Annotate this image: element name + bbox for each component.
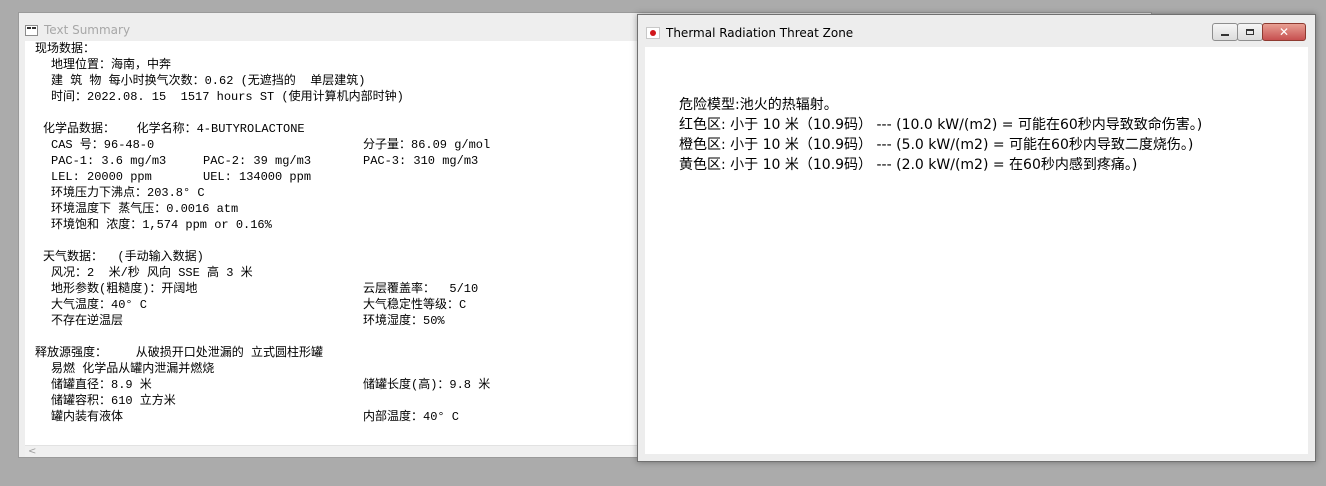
minimize-button[interactable]: [1212, 23, 1238, 41]
threat-zone-line: 黄色区: 小于 10 米（10.9码） --- (2.0 kW/(m2) = 在…: [679, 157, 1138, 173]
summary-line: 时间：2022.08. 15 1517 hours ST (使用计算机内部时钟): [51, 90, 404, 104]
summary-line: 风况：2 米/秒 风向 SSE 高 3 米: [51, 266, 253, 280]
scroll-left-icon[interactable]: <: [28, 446, 36, 457]
maximize-icon: [1246, 29, 1254, 35]
summary-line: 化学品数据： 化学名称：4-BUTYROLACTONE: [43, 122, 305, 136]
text-summary-titlebar[interactable]: Text Summary: [25, 21, 625, 39]
close-button[interactable]: ✕: [1262, 23, 1306, 41]
summary-line: 环境温度下 蒸气压：0.0016 atm: [51, 202, 239, 216]
summary-line: 天气数据： (手动输入数据): [43, 250, 204, 264]
threat-zone-line: 橙色区: 小于 10 米（10.9码） --- (5.0 kW/(m2) = 可…: [679, 137, 1194, 153]
threat-zone-titlebar[interactable]: Thermal Radiation Threat Zone: [646, 24, 1186, 42]
summary-line: 地理位置：海南，中奔: [51, 58, 172, 72]
close-icon: ✕: [1278, 25, 1290, 39]
app-icon: [25, 24, 38, 36]
summary-line: 储罐直径：8.9 米: [51, 378, 152, 392]
minimize-icon: [1221, 34, 1229, 36]
maximize-button[interactable]: [1237, 23, 1263, 41]
summary-line: 建 筑 物 每小时换气次数：0.62 (无遮挡的 单层建筑): [51, 74, 366, 88]
summary-line: 易燃 化学品从罐内泄漏并燃烧: [51, 362, 215, 376]
summary-line: UEL: 134000 ppm: [203, 170, 312, 184]
threat-zone-content: 危险模型:池火的热辐射。红色区: 小于 10 米（10.9码） --- (10.…: [645, 47, 1308, 454]
threat-zone-window[interactable]: Thermal Radiation Threat Zone ✕ 危险模型:池火的…: [637, 14, 1316, 462]
summary-line: 大气温度：40° C: [51, 298, 148, 312]
summary-line: 环境饱和 浓度：1,574 ppm or 0.16%: [51, 218, 272, 232]
summary-line: 释放源强度： 从破损开口处泄漏的 立式圆柱形罐: [35, 346, 324, 360]
summary-line: 大气稳定性等级：C: [363, 298, 467, 312]
summary-line: PAC-3: 310 mg/m3: [363, 154, 479, 168]
summary-line: 环境压力下沸点：203.8° C: [51, 186, 205, 200]
summary-line: 环境湿度：50%: [363, 314, 445, 328]
summary-line: PAC-1: 3.6 mg/m3: [51, 154, 167, 168]
summary-line: 储罐容积：610 立方米: [51, 394, 176, 408]
summary-line: 云层覆盖率： 5/10: [363, 282, 479, 296]
threat-zone-line: 红色区: 小于 10 米（10.9码） --- (10.0 kW/(m2) = …: [679, 117, 1203, 133]
text-summary-content[interactable]: 现场数据： 地理位置：海南，中奔建 筑 物 每小时换气次数：0.62 (无遮挡的 …: [25, 41, 639, 445]
summary-line: 罐内装有液体: [51, 410, 124, 424]
text-summary-title: Text Summary: [44, 23, 131, 37]
hazard-model-label: 危险模型:池火的热辐射。: [679, 97, 838, 113]
summary-line: 分子量：86.09 g/mol: [363, 138, 491, 152]
window-controls: ✕: [1212, 23, 1306, 41]
summary-line: 地形参数(粗糙度)：开阔地: [51, 282, 198, 296]
summary-line: PAC-2: 39 mg/m3: [203, 154, 312, 168]
summary-line: 不存在逆温层: [51, 314, 124, 328]
summary-line: LEL: 20000 ppm: [51, 170, 152, 184]
summary-line: 内部温度：40° C: [363, 410, 460, 424]
summary-line: 现场数据：: [35, 42, 96, 56]
threat-zone-title: Thermal Radiation Threat Zone: [666, 26, 854, 40]
summary-line: CAS 号：96-48-0: [51, 138, 155, 152]
summary-line: 储罐长度(高)：9.8 米: [363, 378, 491, 392]
horizontal-scrollbar[interactable]: <: [25, 445, 639, 457]
flame-icon: [646, 27, 660, 39]
